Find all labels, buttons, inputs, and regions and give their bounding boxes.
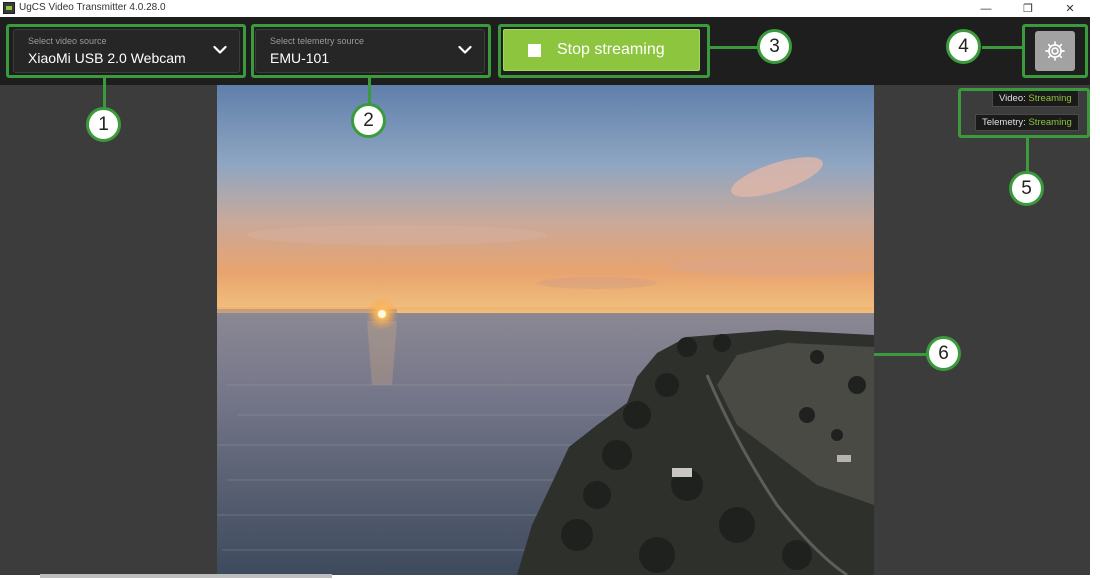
- title-bar: UgCS Video Transmitter 4.0.28.0 — ❐ ✕: [0, 0, 1100, 17]
- telemetry-source-label: Select telemetry source: [270, 36, 365, 46]
- stop-icon: [528, 43, 541, 57]
- horizontal-scrollbar[interactable]: [40, 574, 332, 578]
- app-logo-icon: [3, 2, 15, 14]
- video-preview: [217, 85, 874, 575]
- callout-badge-2: 2: [351, 103, 386, 138]
- video-status: Video: Streaming: [992, 90, 1079, 107]
- window-title: UgCS Video Transmitter 4.0.28.0: [19, 2, 166, 13]
- video-frame: [217, 85, 874, 575]
- callout-leader: [874, 353, 928, 356]
- maximize-button[interactable]: ❐: [1008, 0, 1048, 17]
- callout-leader: [103, 78, 106, 108]
- stop-streaming-button[interactable]: Stop streaming: [503, 29, 700, 71]
- video-source-value: XiaoMi USB 2.0 Webcam: [28, 50, 186, 66]
- video-source-label: Select video source: [28, 36, 107, 46]
- callout-badge-4: 4: [946, 29, 981, 64]
- video-status-value: Streaming: [1028, 93, 1072, 104]
- minimize-button[interactable]: —: [966, 0, 1006, 17]
- chevron-down-icon: [458, 45, 472, 54]
- callout-badge-1: 1: [86, 107, 121, 142]
- callout-badge-5: 5: [1009, 171, 1044, 206]
- gear-icon: [1045, 41, 1065, 61]
- telemetry-status: Telemetry: Streaming: [975, 114, 1079, 131]
- toolbar: Select video source XiaoMi USB 2.0 Webca…: [0, 17, 1090, 85]
- app-window: Select video source XiaoMi USB 2.0 Webca…: [0, 17, 1090, 575]
- callout-leader: [368, 78, 371, 104]
- settings-button[interactable]: [1035, 31, 1075, 71]
- close-button[interactable]: ✕: [1050, 0, 1090, 17]
- telemetry-source-value: EMU-101: [270, 50, 330, 66]
- stop-streaming-label: Stop streaming: [557, 41, 665, 58]
- callout-leader: [1026, 138, 1029, 172]
- telemetry-source-select[interactable]: Select telemetry source EMU-101: [255, 29, 485, 73]
- video-status-label: Video:: [999, 93, 1026, 104]
- callout-badge-3: 3: [757, 29, 792, 64]
- video-source-select[interactable]: Select video source XiaoMi USB 2.0 Webca…: [13, 29, 240, 73]
- callout-leader: [710, 46, 758, 49]
- chevron-down-icon: [213, 45, 227, 54]
- callout-leader: [982, 46, 1022, 49]
- callout-badge-6: 6: [926, 336, 961, 371]
- telemetry-status-label: Telemetry:: [982, 117, 1026, 128]
- telemetry-status-value: Streaming: [1028, 117, 1072, 128]
